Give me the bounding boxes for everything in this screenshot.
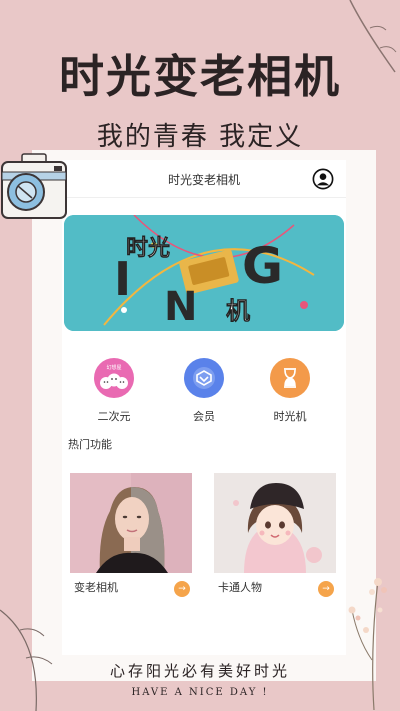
quick-action-vip[interactable]: 会员 [174, 358, 234, 424]
nav-title: 时光变老相机 [167, 173, 240, 187]
arrow-right-icon[interactable]: → [318, 581, 334, 597]
quick-action-label: 二次元 [97, 410, 131, 423]
banner-text-top: 时光 [126, 236, 170, 261]
cartoon-illustration [214, 473, 336, 573]
banner-letter-i: I [114, 252, 131, 306]
hourglass-icon [270, 358, 310, 398]
quick-action-timemachine[interactable]: 时光机 [260, 358, 320, 424]
promo-title: 时光变老相机 [58, 50, 341, 103]
anime-faces-icon: 幻想屋 [94, 358, 134, 398]
camera-icon [1, 153, 67, 219]
app-screen: 时光变老相机 时光 I N G 机 幻想屋 二次元 会员 时光机 热门功能 变老… [62, 160, 346, 655]
banner-artwork: 时光 I N G 机 [64, 215, 344, 331]
vip-diamond-icon [184, 358, 224, 398]
portrait-photo [70, 473, 192, 573]
feature-card-cartoon[interactable]: 卡通人物 → [214, 473, 336, 603]
arrow-right-icon[interactable]: → [174, 581, 190, 597]
banner-letter-g: G [242, 237, 283, 295]
promo-subtitle: 我的青春 我定义 [96, 122, 304, 152]
anime-badge: 幻想屋 [106, 364, 121, 371]
quick-action-label: 时光机 [273, 410, 307, 423]
card-label: 卡通人物 [218, 581, 262, 594]
banner-text-bottom: 机 [226, 297, 250, 325]
branch-decoration-icon [0, 609, 53, 711]
promo-banner[interactable]: 时光 I N G 机 [64, 215, 344, 331]
navbar: 时光变老相机 [62, 160, 346, 198]
feature-card-aging[interactable]: 变老相机 → [70, 473, 192, 603]
card-label: 变老相机 [74, 581, 118, 594]
section-title-hot: 热门功能 [68, 438, 112, 451]
quick-action-anime[interactable]: 幻想屋 二次元 [84, 358, 144, 424]
user-circle-icon[interactable] [312, 168, 334, 190]
flower-decoration-icon [348, 578, 387, 710]
quick-action-label: 会员 [193, 410, 215, 423]
banner-letter-n: N [164, 284, 197, 330]
